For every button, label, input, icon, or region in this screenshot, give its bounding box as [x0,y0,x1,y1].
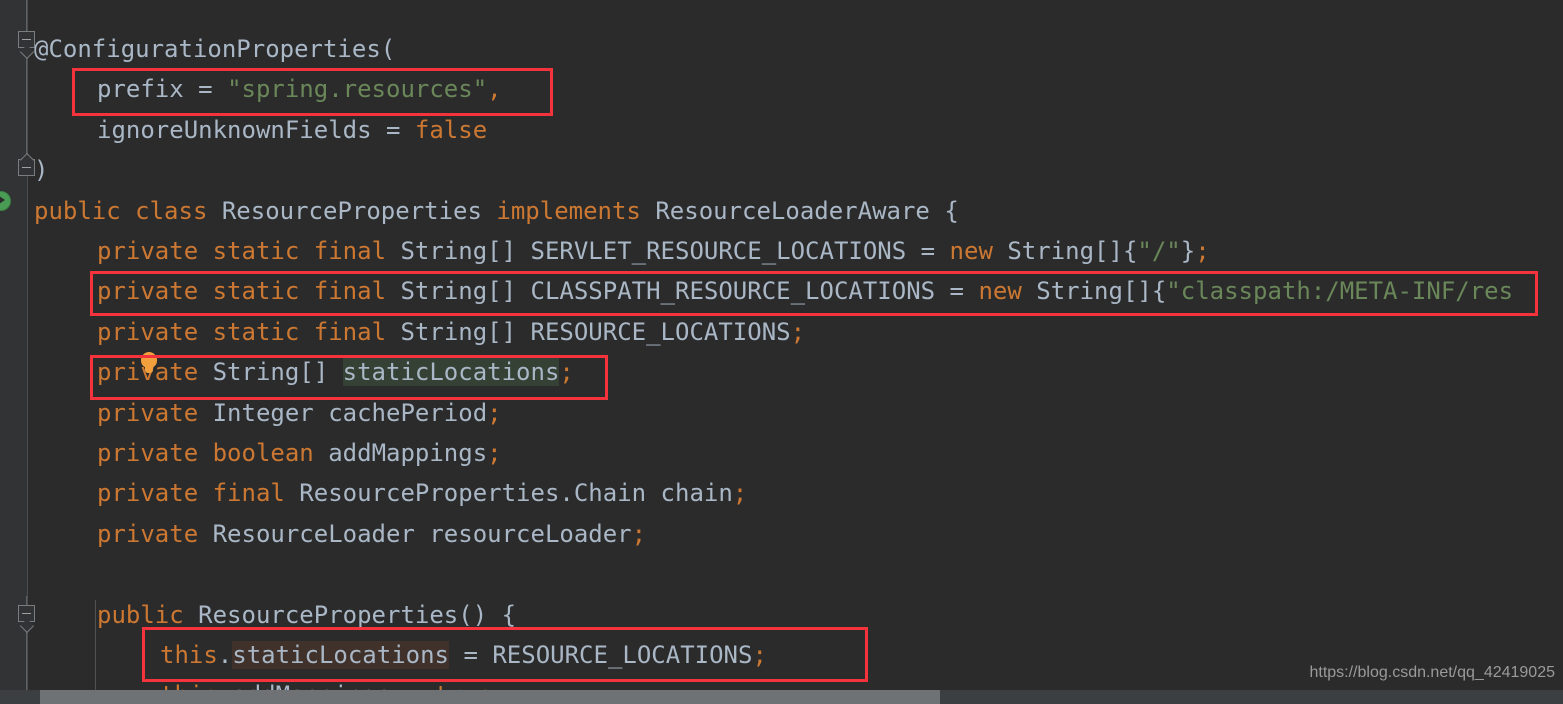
line-classpath-resource-locations-token-6: new [978,277,1022,306]
line-resource-locations-token-6: ; [790,317,806,346]
line-servlet-resource-locations-token-9: } [1180,237,1196,265]
line-classpath-resource-locations-token-4: final [313,277,387,306]
line-servlet-resource-locations-token-6: new [949,237,993,265]
line-servlet-resource-locations-token-7: String[]{ [992,237,1138,265]
line-servlet-resource-locations-token-0: private [97,237,199,265]
line-annotation-open-token-0: @ConfigurationProperties( [34,35,396,63]
line-ignore-unknown-fields[interactable]: ignoreUnknownFields = false [97,110,487,150]
line-resource-loader-field-token-1: ResourceLoader resourceLoader [198,519,632,548]
line-ignore-unknown-fields-token-0: ignoreUnknownFields [97,115,372,144]
line-static-locations-field[interactable]: private String[] staticLocations; [97,352,574,392]
line-annotation-close-token-0: ) [34,156,49,185]
line-servlet-resource-locations-token-3 [299,237,313,265]
line-classpath-resource-locations-token-0: private [97,277,199,306]
line-constructor-decl[interactable]: public ResourceProperties() { [97,595,516,635]
line-servlet-resource-locations[interactable]: private static final String[] SERVLET_RE… [97,231,1210,271]
line-servlet-resource-locations-token-4: final [313,237,387,265]
fold-rail-annotation [26,0,27,160]
line-this-static-locations[interactable]: this.staticLocations = RESOURCE_LOCATION… [160,635,767,675]
line-resource-loader-field-token-0: private [97,519,199,548]
line-classpath-resource-locations-token-3 [299,277,313,305]
line-resource-locations-token-1 [198,318,212,346]
line-resource-locations[interactable]: private static final String[] RESOURCE_L… [97,312,805,352]
line-ignore-unknown-fields-token-2: false [414,115,488,144]
line-resource-loader-field-token-2: ; [631,519,647,548]
line-resource-locations-token-4: final [313,317,387,346]
horizontal-scrollbar-track[interactable] [0,690,1563,704]
intention-lightbulb-icon[interactable] [139,352,159,376]
line-resource-locations-token-2: static [212,317,300,346]
line-class-decl-token-3: ResourceProperties [207,196,497,225]
line-this-static-locations-token-1: . [217,641,233,669]
line-classpath-resource-locations[interactable]: private static final String[] CLASSPATH_… [97,271,1513,311]
watermark-url: https://blog.csdn.net/qq_42419025 [1309,664,1555,681]
line-static-locations-field-token-2: staticLocations [342,358,560,387]
line-static-locations-field-token-1: String[] [198,358,343,387]
line-prefix-token-3: , [487,75,502,104]
editor-gutter[interactable] [0,0,27,704]
line-servlet-resource-locations-token-10: ; [1195,237,1210,265]
line-class-decl[interactable]: public class ResourceProperties implemen… [34,191,959,231]
line-chain-field-token-1 [198,479,212,507]
line-servlet-resource-locations-token-1 [198,237,212,265]
line-add-mappings-field[interactable]: private boolean addMappings; [97,433,502,473]
line-add-mappings-field-token-1 [198,439,212,467]
line-classpath-resource-locations-token-5: String[] CLASSPATH_RESOURCE_LOCATIONS = [386,277,979,306]
line-resource-locations-token-0: private [97,317,199,346]
line-constructor-decl-token-0: public [97,600,184,629]
line-annotation-close[interactable]: ) [34,150,48,190]
line-chain-field-token-2: final [212,479,285,508]
line-add-mappings-field-token-2: boolean [212,439,314,467]
line-class-decl-token-2: class [135,196,208,225]
line-add-mappings-field-token-0: private [97,439,199,467]
line-prefix-token-0: prefix [97,75,184,104]
line-servlet-resource-locations-token-5: String[] SERVLET_RESOURCE_LOCATIONS = [386,237,950,265]
line-resource-locations-token-5: String[] RESOURCE_LOCATIONS [386,317,791,346]
line-class-decl-token-1 [121,197,135,225]
line-classpath-resource-locations-token-8: "classpath:/META-INF/res [1166,277,1514,306]
line-this-static-locations-token-0: this [160,641,218,669]
line-class-decl-token-4: implements [496,196,641,225]
line-cache-period-token-2: ; [487,398,502,427]
line-add-mappings-field-token-3: addMappings [313,439,488,467]
line-this-static-locations-token-3: = RESOURCE_LOCATIONS [449,641,753,669]
editor-text-area[interactable]: @ConfigurationProperties( prefix = "sprin… [28,0,1563,704]
line-constructor-decl-token-1: ResourceProperties() { [183,600,517,629]
line-class-decl-token-5: ResourceLoaderAware { [640,196,959,225]
line-servlet-resource-locations-token-2: static [212,237,300,265]
line-resource-loader-field[interactable]: private ResourceLoader resourceLoader; [97,514,646,554]
line-this-static-locations-token-4: ; [752,641,767,669]
line-chain-field-token-3: ResourceProperties.Chain chain [284,479,733,508]
ide-editor-screenshot: @ConfigurationProperties( prefix = "sprin… [0,0,1563,704]
lightbulb-base [145,366,153,373]
line-chain-field-token-4: ; [732,479,748,508]
line-class-decl-token-0: public [34,196,121,225]
line-prefix-token-1: = [183,75,228,104]
line-resource-locations-token-3 [299,318,313,346]
line-classpath-resource-locations-token-1 [198,277,212,305]
line-servlet-resource-locations-token-8: "/" [1137,237,1181,265]
line-classpath-resource-locations-token-7: String[]{ [1021,277,1167,306]
line-prefix-token-2: "spring.resources" [227,75,488,104]
line-annotation-open[interactable]: @ConfigurationProperties( [34,29,395,69]
indent-guide [95,600,96,704]
line-this-static-locations-token-2: staticLocations [232,641,449,669]
line-ignore-unknown-fields-token-1: = [371,115,415,144]
line-cache-period-token-1: Integer cachePeriod [198,398,488,427]
line-cache-period-token-0: private [97,398,199,427]
line-chain-field[interactable]: private final ResourceProperties.Chain c… [97,473,747,513]
line-classpath-resource-locations-token-2: static [212,277,300,306]
line-prefix[interactable]: prefix = "spring.resources", [97,69,502,109]
horizontal-scrollbar-thumb[interactable] [40,690,940,704]
line-cache-period[interactable]: private Integer cachePeriod; [97,393,502,433]
line-chain-field-token-0: private [97,479,199,508]
line-static-locations-field-token-3: ; [559,358,574,387]
line-add-mappings-field-token-4: ; [487,439,502,467]
